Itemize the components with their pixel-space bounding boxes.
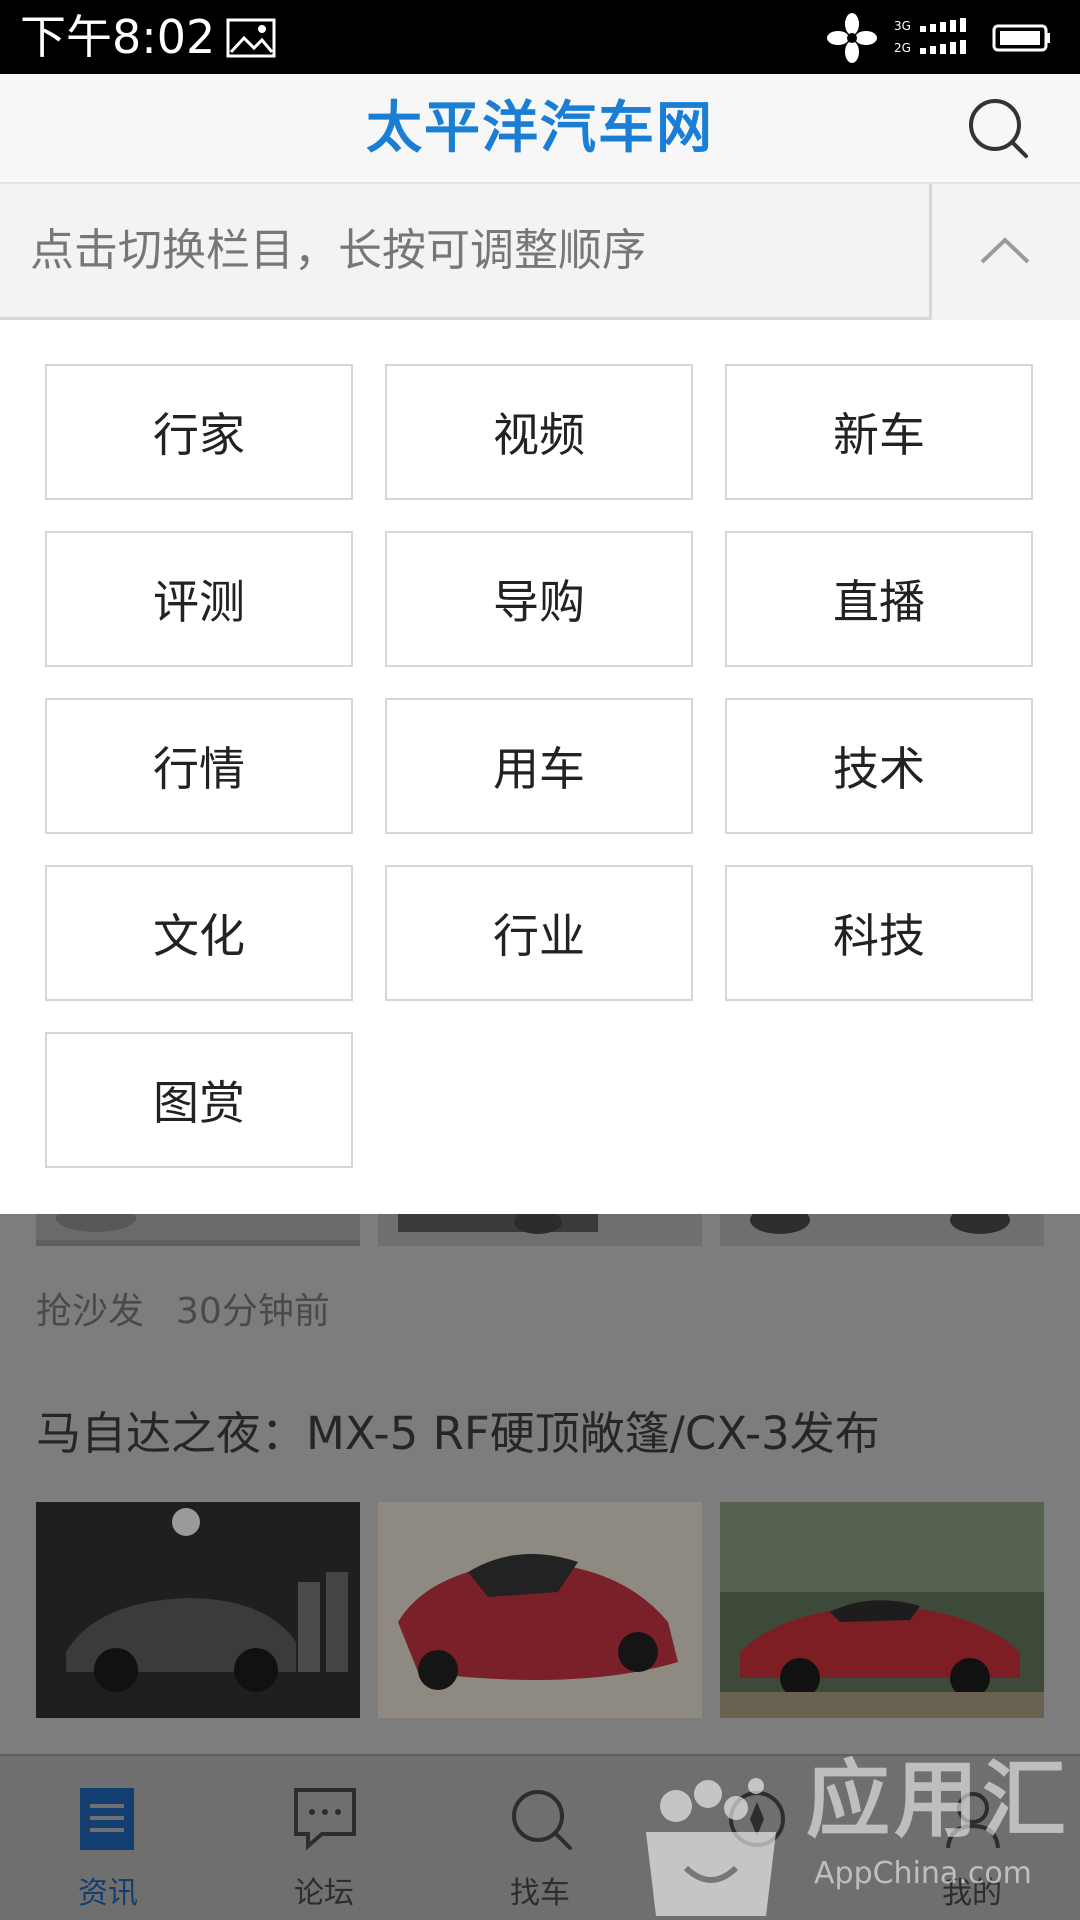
article-photo (378, 1502, 702, 1718)
search-icon[interactable] (964, 94, 1034, 164)
channel-tile[interactable]: 用车 (385, 698, 693, 834)
channel-tile[interactable]: 行情 (45, 698, 353, 834)
prev-article-meta: 抢沙发 30分钟前 (36, 1282, 330, 1334)
channel-tile[interactable]: 科技 (725, 865, 1033, 1001)
channel-tile[interactable]: 技术 (725, 698, 1033, 834)
article-photo (720, 1502, 1044, 1718)
post-age: 30分钟前 (176, 1291, 330, 1332)
nav-item-find-car[interactable]: 找车 (432, 1756, 648, 1920)
article-photo (36, 1502, 360, 1718)
feed-overlay[interactable]: 抢沙发 30分钟前 马自达之夜：MX-5 RF硬顶敞篷/CX-3发布 (0, 1214, 1080, 1754)
find-car-icon (512, 1790, 572, 1850)
channel-edit-bar: 点击切换栏目，长按可调整顺序 (0, 184, 1080, 320)
image-icon (226, 18, 276, 58)
nav-item-news[interactable]: 资讯 (0, 1756, 216, 1920)
network-bottom-label: 2G (894, 41, 911, 55)
watermark-sub: AppChina.com (814, 1856, 1032, 1891)
flower-icon (827, 13, 877, 63)
watermark-logo (646, 1778, 776, 1916)
channel-tile[interactable]: 图赏 (45, 1032, 353, 1168)
channel-tile[interactable]: 文化 (45, 865, 353, 1001)
channel-hint-text: 点击切换栏目，长按可调整顺序 (30, 225, 646, 276)
channel-tile[interactable]: 评测 (45, 531, 353, 667)
nav-label: 论坛 (294, 1876, 354, 1911)
article-title[interactable]: 马自达之夜：MX-5 RF硬顶敞篷/CX-3发布 (36, 1406, 880, 1462)
app-header: 太平洋汽车网 (0, 74, 1080, 184)
appchina-watermark: 应用汇 AppChina.com (636, 1736, 1080, 1920)
prev-thumbnail (36, 1214, 360, 1246)
channel-tile[interactable]: 行家 (45, 364, 353, 500)
channel-tile[interactable]: 导购 (385, 531, 693, 667)
nav-item-forum[interactable]: 论坛 (216, 1756, 432, 1920)
app-logo: 太平洋汽车网 (366, 96, 714, 161)
battery-icon (992, 24, 1050, 52)
prev-thumbnail (378, 1214, 702, 1246)
nav-label: 找车 (510, 1876, 570, 1911)
prev-thumbnail (720, 1214, 1044, 1246)
comment-status: 抢沙发 (36, 1291, 145, 1332)
forum-icon (294, 1788, 356, 1851)
signal-icon: 3G 2G (894, 16, 974, 60)
channel-grid: 行家 视频 新车 评测 导购 直播 行情 用车 技术 文化 行业 科技 图赏 (45, 364, 1033, 1168)
watermark-text: 应用汇 (806, 1751, 1071, 1849)
channel-hint: 点击切换栏目，长按可调整顺序 (0, 184, 932, 320)
channel-tile[interactable]: 新车 (725, 364, 1033, 500)
network-top-label: 3G (894, 19, 911, 33)
channel-tile[interactable]: 行业 (385, 865, 693, 1001)
status-bar: 下午8:02 3G 2G (0, 0, 1080, 74)
status-time: 下午8:02 (20, 10, 216, 64)
nav-label: 资讯 (78, 1876, 138, 1911)
channel-tile[interactable]: 直播 (725, 531, 1033, 667)
news-icon (80, 1788, 134, 1850)
channel-tile[interactable]: 视频 (385, 364, 693, 500)
channel-panel: 行家 视频 新车 评测 导购 直播 行情 用车 技术 文化 行业 科技 图赏 (0, 320, 1080, 1214)
chevron-up-icon[interactable] (960, 212, 1050, 292)
